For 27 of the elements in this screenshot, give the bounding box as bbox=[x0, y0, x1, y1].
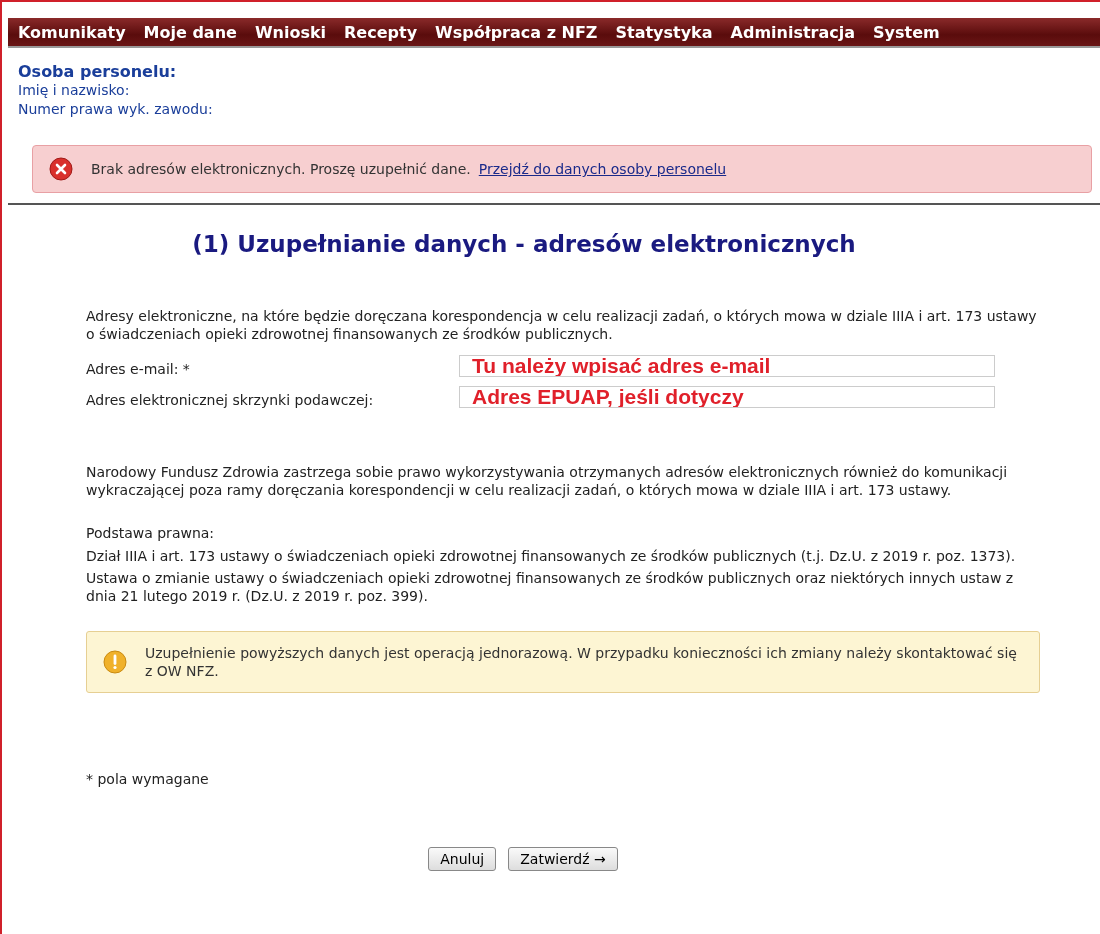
field-label: Adres e-mail: * bbox=[86, 360, 191, 377]
menu-item[interactable]: Komunikaty bbox=[18, 22, 126, 42]
section-heading: Osoba personelu: bbox=[18, 62, 178, 81]
menu-item[interactable]: System bbox=[873, 22, 940, 42]
field-label: Imię i nazwisko: bbox=[18, 81, 131, 100]
menu-item[interactable]: Administracja bbox=[730, 22, 856, 42]
form-button[interactable]: Anuluj bbox=[428, 847, 497, 871]
warning-icon bbox=[103, 650, 127, 674]
alert-text: Brak adresów elektronicznych. Proszę uzupełnić dane. bbox=[91, 161, 471, 177]
legal-text: Ustawa o zmianie ustawy o świadczeniach opieki zdrowotnej finansowanych ze środków publicznych oraz niektórych innych ustaw z dnia 21 lutego 2019 r. (Dz.U. z 2019 r. poz. 399). bbox=[86, 569, 1015, 605]
required-note: * pola wymagane bbox=[86, 771, 210, 787]
intro-text: Adresy elektroniczne, na które będzie doręczana korespondencja w celu realizacji zadań, o których mowa w dziale IIIA i art. 173 ustawy o świadczeniach opieki zdrowotnej finansowanych ze środków publicznych. bbox=[86, 307, 1038, 343]
person-data-link[interactable]: Przejdź do danych osoby personelu bbox=[478, 161, 727, 177]
menu-item[interactable]: Współpraca z NFZ bbox=[435, 22, 598, 42]
legal-heading: Podstawa prawna: bbox=[86, 525, 216, 541]
page-title: (1) Uzupełnianie danych - adresów elektronicznych bbox=[191, 231, 857, 257]
field-label: Numer prawa wyk. zawodu: bbox=[18, 100, 214, 119]
menu-item[interactable]: Wnioski bbox=[254, 22, 327, 42]
menu-item[interactable]: Moje dane bbox=[143, 22, 237, 42]
legal-text: Dział IIIA i art. 173 ustawy o świadczeniach opieki zdrowotnej finansowanych ze środków publicznych (t.j. Dz.U. z 2019 r. poz. 1373). bbox=[86, 547, 1017, 565]
menu-item[interactable]: Recepty bbox=[344, 22, 418, 42]
alert-text: Uzupełnienie powyższych danych jest operacją jednorazową. W przypadku konieczności ich zmiany należy skontaktować się z OW NFZ. bbox=[145, 644, 1018, 680]
field-label: Adres elektronicznej skrzynki podawczej: bbox=[86, 391, 375, 408]
form-button[interactable]: Zatwierdź → bbox=[508, 847, 618, 871]
notice-text: Narodowy Fundusz Zdrowia zastrzega sobie prawo wykorzystywania otrzymanych adresów elektronicznych również do komunikacji wykraczającej poza ramy doręczania korespondencji w celu realizacji zadań, o których mowa w dziale IIIA i art. 173 ustawy. bbox=[86, 463, 1009, 499]
menu-item[interactable]: Statystyka bbox=[615, 22, 713, 42]
error-icon bbox=[49, 157, 73, 181]
